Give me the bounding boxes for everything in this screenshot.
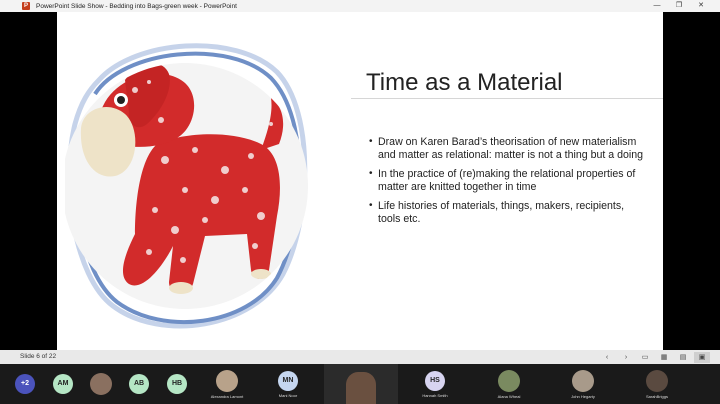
avatar: AM (53, 374, 73, 394)
normal-view-button[interactable]: ▭ (637, 352, 653, 363)
bullet-text: In the practice of (re)making the relati… (378, 168, 636, 193)
avatar: HB (167, 374, 187, 394)
slide-show-view-button[interactable]: ▣ (694, 351, 710, 363)
powerpoint-app-icon: P (22, 2, 30, 10)
reading-view-button[interactable]: ▤ (675, 352, 691, 363)
avatar-photo (498, 369, 520, 392)
slide-counter: Slide 6 of 22 (20, 353, 57, 360)
participant-video[interactable] (324, 364, 398, 404)
dog-paw (251, 269, 271, 279)
participant-tile[interactable]: HS Hannah Smith (398, 364, 472, 404)
bullet-list: • Draw on Karen Barad’s theorisation of … (369, 136, 644, 232)
participant-tile[interactable]: Alexandra Lamont (202, 364, 252, 404)
bullet-item: • In the practice of (re)making the rela… (369, 168, 644, 193)
avatar: MN (278, 370, 298, 391)
bullet-item: • Draw on Karen Barad’s theorisation of … (369, 136, 644, 161)
participant-overflow[interactable]: +2 (0, 364, 50, 404)
participant-name: Mani Noor (278, 392, 298, 398)
bullet-item: • Life histories of materials, things, m… (369, 200, 644, 225)
participants-strip: +2 AM AB HB Alexandra Lamont MN Mani Noo… (0, 364, 720, 404)
slide-show-toolbar: Slide 6 of 22 ‹ › ▭ ▦ ▤ ▣ (0, 350, 720, 364)
bullet-icon: • (369, 200, 373, 211)
participant-tile[interactable]: HB (152, 364, 202, 404)
title-divider (351, 98, 663, 99)
dog-eye (117, 96, 125, 104)
dog-paw (169, 282, 193, 294)
next-slide-button[interactable]: › (618, 352, 634, 363)
participant-tile[interactable]: AB (126, 364, 152, 404)
bullet-text: Draw on Karen Barad’s theorisation of ne… (378, 136, 643, 161)
avatar-photo (216, 369, 238, 392)
participant-name: Alana Wheal (497, 393, 521, 399)
minimize-button[interactable]: — (646, 0, 668, 12)
participant-tile[interactable]: AM (50, 364, 76, 404)
avatar: HS (425, 370, 445, 391)
window-controls: — ❐ ✕ (646, 0, 712, 12)
avatar-photo (572, 369, 594, 392)
participant-tile[interactable]: John Hegarty (546, 364, 620, 404)
slide-show-stage[interactable]: Time as a Material • Draw on Karen Barad… (0, 12, 720, 350)
avatar-photo (646, 369, 668, 392)
participant-name: Alexandra Lamont (210, 393, 244, 399)
avatar-photo (90, 373, 112, 395)
close-button[interactable]: ✕ (690, 0, 712, 12)
bullet-icon: • (369, 136, 373, 147)
slide-sorter-button[interactable]: ▦ (656, 352, 672, 363)
restore-button[interactable]: ❐ (668, 0, 690, 12)
previous-slide-button[interactable]: ‹ (599, 352, 615, 363)
participant-name: John Hegarty (571, 393, 595, 399)
participant-tile[interactable]: Alana Wheal (472, 364, 546, 404)
bullet-icon: • (369, 168, 373, 179)
participant-name: Hannah Smith (422, 392, 448, 398)
window-title-bar: P PowerPoint Slide Show - Bedding into B… (0, 0, 720, 12)
participant-name: SarahBriggs (645, 393, 668, 399)
slide-image-frame (65, 43, 308, 329)
slide-show-controls: ‹ › ▭ ▦ ▤ ▣ (599, 350, 710, 364)
bullet-text: Life histories of materials, things, mak… (378, 200, 625, 225)
slide-title: Time as a Material (366, 69, 563, 96)
participant-tile[interactable]: MN Mani Noor (252, 364, 324, 404)
video-feed (346, 372, 376, 404)
overflow-count[interactable]: +2 (15, 374, 35, 394)
participant-tile[interactable]: SarahBriggs (620, 364, 694, 404)
slide[interactable]: Time as a Material • Draw on Karen Barad… (57, 12, 663, 350)
participant-tile[interactable] (76, 364, 126, 404)
avatar: AB (129, 374, 149, 394)
window-title: PowerPoint Slide Show - Bedding into Bag… (36, 2, 237, 10)
